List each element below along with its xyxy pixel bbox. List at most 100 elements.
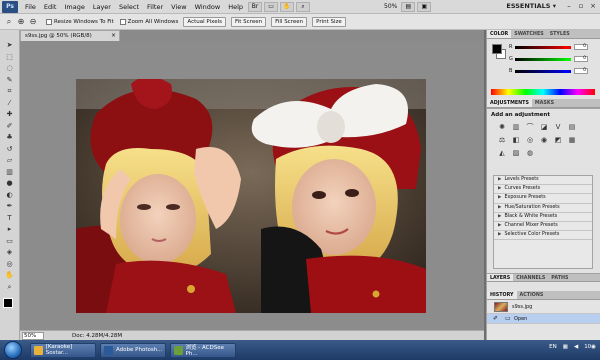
foreground-color-swatch[interactable] [3, 298, 13, 308]
document-tab[interactable]: s9ss.jpg @ 50% (RGB/8) × [20, 30, 120, 41]
tab-styles[interactable]: STYLES [547, 30, 573, 38]
mini-bridge-icon[interactable]: ▭ [264, 1, 279, 12]
arrange-documents-icon[interactable]: ▤ [401, 1, 416, 12]
menu-filter[interactable]: Filter [143, 3, 167, 11]
vibrance-icon[interactable]: V [552, 122, 564, 133]
menu-edit[interactable]: Edit [40, 3, 61, 11]
quick-selection-tool-icon[interactable]: ✎ [3, 75, 17, 86]
tab-channels[interactable]: CHANNELS [513, 274, 548, 281]
eraser-tool-icon[interactable]: ▱ [3, 155, 17, 166]
status-zoom-field[interactable]: 50% [22, 331, 44, 340]
preset-hue-saturation[interactable]: ▶ Hue/Saturation Presets [494, 204, 592, 213]
zoom-in-icon[interactable]: ⊕ [16, 17, 26, 27]
zoom-level-dropdown[interactable]: 50% [381, 3, 400, 10]
network-icon[interactable]: ▦ [563, 344, 568, 350]
color-spectrum-bar[interactable] [491, 89, 595, 95]
red-track[interactable] [515, 45, 571, 49]
photo-canvas[interactable] [76, 79, 426, 313]
blue-value[interactable]: 0 [574, 68, 588, 74]
preset-curves[interactable]: ▶ Curves Presets [494, 185, 592, 195]
green-slider[interactable]: G 0 [509, 55, 595, 63]
gradient-map-icon[interactable]: ▨ [510, 148, 522, 159]
menu-view[interactable]: View [167, 3, 190, 11]
blur-tool-icon[interactable]: ● [3, 178, 17, 189]
tab-layers[interactable]: LAYERS [487, 274, 514, 281]
3d-orbit-tool-icon[interactable]: ◎ [3, 259, 17, 270]
tab-actions[interactable]: ACTIONS [517, 291, 547, 299]
pen-tool-icon[interactable]: ✒ [3, 201, 17, 212]
tab-color[interactable]: COLOR [487, 30, 512, 38]
zoom-tool-icon[interactable]: ⌕ [3, 282, 17, 293]
history-brush-source-icon[interactable]: ✐ [493, 315, 499, 322]
menu-help[interactable]: Help [224, 3, 247, 11]
zoom-all-windows-checkbox[interactable]: Zoom All Windows [119, 18, 178, 25]
minimize-icon[interactable]: – [564, 2, 574, 11]
start-button[interactable] [4, 341, 22, 359]
fill-screen-button[interactable]: Fill Screen [271, 16, 308, 27]
taskbar-button-karaoke[interactable]: [Karaoke] Sostar... [30, 342, 96, 358]
menu-layer[interactable]: Layer [89, 3, 115, 11]
fit-screen-button[interactable]: Fit Screen [230, 16, 267, 27]
hand-icon[interactable]: ✋ [280, 1, 295, 12]
preset-channel-mixer[interactable]: ▶ Channel Mixer Presets [494, 222, 592, 232]
crop-tool-icon[interactable]: ⌗ [3, 86, 17, 97]
document-size-info[interactable]: Doc: 4.28M/4.28M [72, 333, 122, 339]
dodge-tool-icon[interactable]: ◐ [3, 190, 17, 201]
red-slider[interactable]: R 0 [509, 43, 595, 51]
marquee-tool-icon[interactable]: ⬚ [3, 52, 17, 63]
tab-swatches[interactable]: SWATCHES [511, 30, 546, 38]
screen-mode-icon[interactable]: ▣ [417, 1, 432, 12]
close-tab-icon[interactable]: × [111, 31, 116, 41]
zoom-out-icon[interactable]: ⊖ [28, 17, 38, 27]
tab-history[interactable]: HISTORY [487, 291, 517, 299]
levels-icon[interactable]: ▥ [510, 122, 522, 133]
preset-levels[interactable]: ▶ Levels Presets [494, 176, 592, 186]
shape-tool-icon[interactable]: ▭ [3, 236, 17, 247]
clone-stamp-tool-icon[interactable]: ♣ [3, 132, 17, 143]
eyedropper-tool-icon[interactable]: ⁄ [3, 98, 17, 109]
3d-rotate-tool-icon[interactable]: ◈ [3, 247, 17, 258]
workspace-switcher[interactable]: ESSENTIALS ▾ [506, 2, 556, 10]
menu-window[interactable]: Window [191, 3, 225, 11]
blue-slider[interactable]: B 0 [509, 67, 595, 75]
actual-pixels-button[interactable]: Actual Pixels [183, 16, 226, 27]
green-value[interactable]: 0 [574, 56, 588, 62]
tab-adjustments[interactable]: ADJUSTMENTS [487, 99, 532, 107]
tab-masks[interactable]: MASKS [532, 99, 557, 107]
move-tool-icon[interactable]: ➤ [3, 40, 17, 51]
channel-mixer-icon[interactable]: ◉ [538, 135, 550, 146]
color-balance-icon[interactable]: ⚖ [496, 135, 508, 146]
black-white-icon[interactable]: ◧ [510, 135, 522, 146]
resize-windows-checkbox[interactable]: Resize Windows To Fit [46, 18, 114, 25]
menu-image[interactable]: Image [60, 3, 88, 11]
clock[interactable]: 10◉ [584, 344, 596, 350]
zoom-tool-icon[interactable]: ⌕ [4, 17, 14, 27]
preset-exposure[interactable]: ▶ Exposure Presets [494, 194, 592, 204]
lasso-tool-icon[interactable]: ◌ [3, 63, 17, 74]
selective-color-icon[interactable]: ◍ [524, 148, 536, 159]
close-icon[interactable]: × [588, 2, 598, 11]
preset-black-white[interactable]: ▶ Black & White Presets [494, 213, 592, 222]
blue-track[interactable] [515, 69, 571, 73]
zoom-icon[interactable]: ⌕ [296, 1, 311, 12]
menu-file[interactable]: File [21, 3, 40, 11]
history-state-open[interactable]: ✐ ▭ Open [487, 314, 600, 324]
curves-icon[interactable]: ⌒ [524, 122, 536, 133]
invert-icon[interactable]: ◩ [552, 135, 564, 146]
history-brush-tool-icon[interactable]: ↺ [3, 144, 17, 155]
gradient-tool-icon[interactable]: ▥ [3, 167, 17, 178]
print-size-button[interactable]: Print Size [312, 16, 346, 27]
menu-select[interactable]: Select [115, 3, 143, 11]
tab-paths[interactable]: PATHS [548, 274, 571, 281]
threshold-icon[interactable]: ◭ [496, 148, 508, 159]
exposure-icon[interactable]: ◪ [538, 122, 550, 133]
taskbar-button-photoshop[interactable]: Adobe Photosh... [100, 342, 166, 358]
posterize-icon[interactable]: ▦ [566, 135, 578, 146]
path-selection-tool-icon[interactable]: ▸ [3, 224, 17, 235]
volume-icon[interactable]: ◀ [574, 344, 578, 350]
taskbar-button-acdsee[interactable]: 浏览 - ACDSee Ph... [170, 342, 236, 358]
bridge-icon[interactable]: Br [248, 1, 263, 12]
type-tool-icon[interactable]: T [3, 213, 17, 224]
brush-tool-icon[interactable]: ✐ [3, 121, 17, 132]
brightness-contrast-icon[interactable]: ✺ [496, 122, 508, 133]
